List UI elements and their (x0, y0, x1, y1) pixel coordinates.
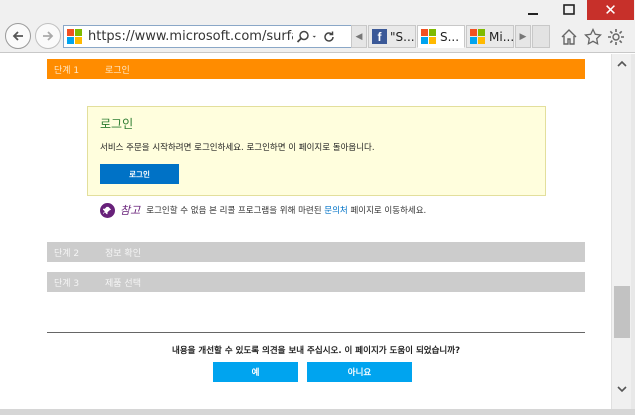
chevron-right-icon: ▶ (519, 31, 527, 42)
feedback-no-button[interactable]: 아니요 (307, 362, 412, 382)
home-icon[interactable] (560, 28, 578, 46)
step-3-header[interactable]: 단계 3 제품 선택 (47, 272, 585, 292)
favorites-star-icon[interactable] (584, 28, 602, 46)
back-button[interactable] (5, 23, 31, 49)
feedback-yes-button[interactable]: 예 (213, 362, 298, 382)
browser-chrome: ✕ https://www.microsoft.com/surface/k ◀ … (0, 0, 635, 53)
note-label: 참고 (120, 204, 141, 217)
new-tab-button[interactable] (532, 25, 550, 48)
divider (47, 332, 585, 333)
step-number: 단계 3 (54, 278, 80, 289)
step-2-header[interactable]: 단계 2 정보 확인 (47, 242, 585, 262)
back-arrow-icon (12, 31, 23, 41)
page-viewport: 단계 1 로그인 로그인 서비스 주문을 시작하려면 로그인하세요. 로그인하면… (0, 54, 611, 409)
note-text-before: 로그인할 수 없음 본 리콜 프로그램을 위해 마련된 (146, 206, 322, 216)
chevron-left-icon: ◀ (355, 31, 363, 42)
contact-link[interactable]: 문의처 (324, 204, 347, 216)
tab-facebook[interactable]: f "S... (368, 25, 416, 48)
tab-scroll-left-button[interactable]: ◀ (351, 25, 367, 48)
chevron-down-icon (617, 386, 627, 393)
search-icon[interactable] (296, 30, 310, 44)
chevron-up-icon (617, 60, 627, 67)
scroll-down-button[interactable] (612, 379, 632, 399)
close-icon: ✕ (604, 1, 617, 19)
forward-arrow-icon (43, 31, 54, 41)
vertical-scrollbar[interactable] (611, 54, 631, 409)
pin-icon (100, 202, 115, 218)
login-button[interactable]: 로그인 (100, 164, 179, 184)
facebook-icon: f (372, 29, 387, 44)
step-number: 단계 1 (54, 65, 80, 76)
window-edge (631, 54, 635, 415)
window-close-button[interactable]: ✕ (587, 0, 634, 20)
step-title: 제품 선택 (105, 278, 141, 289)
step-1-header[interactable]: 단계 1 로그인 (47, 59, 585, 79)
note-text-after: 페이지로 이동하세요. (350, 206, 427, 216)
tab-close-icon[interactable]: × (463, 30, 464, 43)
step-title: 로그인 (105, 65, 130, 76)
tab-microsoft-active[interactable]: S... × (417, 25, 465, 48)
maximize-icon (563, 4, 575, 15)
scrollbar-thumb[interactable] (614, 286, 630, 338)
tab-scroll-right-button[interactable]: ▶ (515, 25, 531, 48)
url-text[interactable]: https://www.microsoft.com/surface/k (88, 29, 293, 44)
microsoft-logo-icon (470, 28, 486, 45)
login-description: 서비스 주문을 시작하려면 로그인하세요. 로그인하면 이 페이지로 돌아옵니다… (100, 143, 375, 153)
dropdown-icon[interactable] (312, 30, 320, 44)
maximize-button[interactable] (554, 0, 584, 20)
login-title: 로그인 (100, 117, 134, 131)
settings-gear-icon[interactable] (607, 28, 625, 46)
login-panel: 로그인 서비스 주문을 시작하려면 로그인하세요. 로그인하면 이 페이지로 돌… (87, 106, 546, 196)
microsoft-logo-icon (421, 28, 437, 45)
feedback-question: 내용을 개선할 수 있도록 의견을 보내 주십시오. 이 페이지가 도움이 되었… (172, 346, 460, 356)
note: 참고 로그인할 수 없음 본 리콜 프로그램을 위해 마련된 문의처 페이지로 … (100, 202, 426, 218)
tab-microsoft[interactable]: Mi... (466, 25, 514, 48)
step-title: 정보 확인 (105, 248, 141, 259)
minimize-icon (528, 13, 538, 15)
tab-label: S... (440, 29, 460, 44)
tab-label: "S... (390, 29, 415, 44)
address-bar[interactable]: https://www.microsoft.com/surface/k (63, 25, 365, 48)
microsoft-logo-icon (67, 28, 83, 45)
step-number: 단계 2 (54, 248, 80, 259)
scroll-up-button[interactable] (612, 54, 632, 74)
forward-button[interactable] (35, 23, 61, 49)
taskbar-edge (0, 409, 635, 415)
refresh-icon[interactable] (322, 30, 336, 44)
minimize-button[interactable] (518, 0, 548, 20)
tab-label: Mi... (489, 29, 514, 44)
